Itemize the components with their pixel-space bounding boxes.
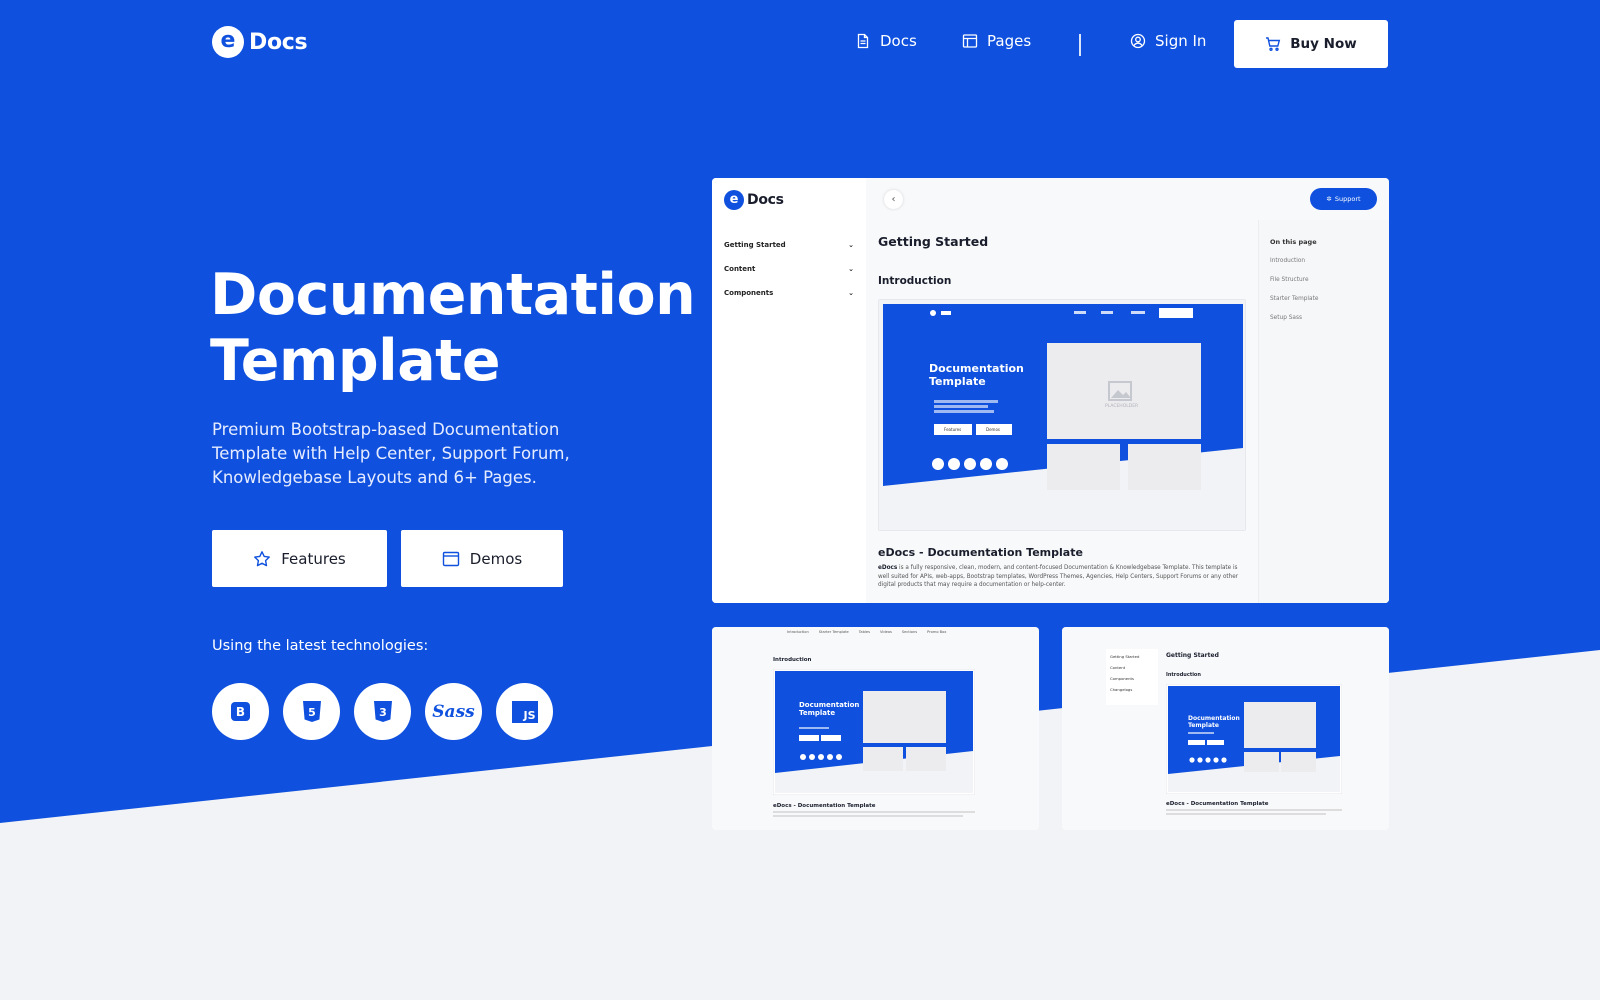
thumb-left-shot bbox=[773, 669, 975, 795]
nav-docs-link[interactable]: Docs bbox=[855, 32, 917, 50]
sass-badge: Sass bbox=[425, 683, 482, 740]
preview-main-card: e Docs Getting Started ⌄ Content ⌄ Compone… bbox=[712, 178, 1389, 603]
buy-now-label: Buy Now bbox=[1290, 36, 1357, 52]
preview-toc-heading: On this page bbox=[1270, 238, 1317, 246]
chevron-down-icon: ⌄ bbox=[848, 265, 854, 273]
top-navbar: e Docs Docs Pages Sign In Buy Now bbox=[0, 0, 1600, 90]
thumb-right-page-title: Getting Started bbox=[1166, 652, 1219, 659]
chevron-down-icon: ⌄ bbox=[848, 241, 854, 249]
thumb-left-mini-title: Documentation Template bbox=[799, 701, 860, 717]
preview-logo-mark: e bbox=[724, 190, 744, 210]
features-button[interactable]: Features bbox=[212, 530, 387, 587]
preview-sidebar-item: Getting Started ⌄ bbox=[724, 241, 854, 249]
css3-badge: 3 bbox=[354, 683, 411, 740]
preview-article-title: eDocs - Documentation Template bbox=[878, 546, 1083, 559]
thumb-right-article-title: eDocs - Documentation Template bbox=[1166, 801, 1269, 807]
document-icon bbox=[857, 33, 869, 49]
hero-title-line2: Template bbox=[210, 328, 501, 394]
hero-title: Documentation Template bbox=[210, 262, 696, 394]
preview-toc-item: Introduction bbox=[1270, 258, 1306, 264]
preview-screenshot: Documentation Template Features Demos PLA… bbox=[878, 299, 1246, 531]
buy-now-button[interactable]: Buy Now bbox=[1234, 20, 1388, 68]
javascript-badge: JS bbox=[496, 683, 553, 740]
css3-glyph: 3 bbox=[379, 706, 387, 719]
gear-icon: ✲ bbox=[1326, 195, 1332, 203]
preview-screenshot-bg bbox=[879, 300, 1245, 530]
nav-pages-label: Pages bbox=[987, 32, 1032, 50]
browser-window-icon bbox=[442, 551, 459, 566]
preview-toc-item: File Structure bbox=[1270, 277, 1309, 283]
features-label: Features bbox=[281, 549, 346, 568]
preview-placeholder-label: PLACEHOLDER bbox=[1105, 404, 1139, 409]
preview-mini-features: Features bbox=[944, 427, 962, 432]
preview-sidebar-item: Content ⌄ bbox=[724, 265, 854, 273]
hero-title-line1: Documentation bbox=[210, 262, 696, 328]
brand-logo[interactable]: e Docs bbox=[212, 26, 308, 58]
preview-toc-item: Setup Sass bbox=[1270, 315, 1302, 321]
nav-signin-link[interactable]: Sign In bbox=[1130, 32, 1206, 50]
preview-mini-title: Documentation Template bbox=[929, 362, 1024, 388]
sass-icon: Sass bbox=[432, 701, 475, 722]
javascript-icon: JS bbox=[511, 700, 538, 723]
preview-logo: e Docs bbox=[724, 190, 784, 210]
bootstrap-badge: B bbox=[212, 683, 269, 740]
user-circle-icon bbox=[1130, 33, 1146, 49]
nav-signin-label: Sign In bbox=[1155, 32, 1207, 50]
html5-glyph: 5 bbox=[308, 706, 316, 719]
thumb-right-shot bbox=[1166, 684, 1342, 794]
thumb-left-article-title: eDocs - Documentation Template bbox=[773, 803, 876, 809]
preview-content: ‹ ✲Support Getting Started Introduction bbox=[866, 178, 1389, 603]
preview-sidebar-item: Components ⌄ bbox=[724, 289, 854, 297]
nav-pages-link[interactable]: Pages bbox=[962, 32, 1031, 50]
thumb-left-section: Introduction bbox=[773, 657, 812, 663]
preview-article-body: eDocs is a fully responsive, clean, mode… bbox=[878, 565, 1239, 588]
layout-icon bbox=[962, 34, 978, 48]
cart-icon bbox=[1266, 37, 1281, 52]
thumb-right-section: Introduction bbox=[1166, 672, 1201, 678]
preview-thumb-left: Introduction Starter Template Tables Video… bbox=[712, 627, 1039, 830]
css3-icon: 3 bbox=[373, 700, 392, 722]
preview-support-button: ✲ Support bbox=[1310, 188, 1377, 210]
star-icon bbox=[254, 550, 271, 566]
nav-docs-label: Docs bbox=[880, 32, 917, 50]
nav-divider bbox=[1079, 34, 1081, 56]
thumb-right-mini-title: Documentation Template bbox=[1188, 715, 1240, 729]
preview-thumb-right: Getting Started Content Components Chang… bbox=[1062, 627, 1389, 830]
logo-mark: e bbox=[212, 26, 244, 58]
logo-text: Docs bbox=[249, 29, 308, 55]
preview-sidebar: e Docs Getting Started ⌄ Content ⌄ Compone… bbox=[712, 178, 866, 603]
html5-badge: 5 bbox=[283, 683, 340, 740]
preview-toc: On this page Introduction File Structure… bbox=[1258, 220, 1389, 603]
preview-toc-item: Starter Template bbox=[1270, 296, 1319, 302]
chevron-left-icon: ‹ bbox=[884, 190, 903, 209]
tech-icons-row: B 5 3 Sass JS bbox=[212, 683, 553, 740]
thumb-left-tabs: Introduction Starter Template Tables Video… bbox=[787, 630, 947, 634]
preview-page-title: Getting Started bbox=[878, 234, 989, 249]
preview-section-title: Introduction bbox=[878, 275, 952, 287]
chevron-down-icon: ⌄ bbox=[848, 289, 854, 297]
preview-logo-text: Docs bbox=[747, 192, 784, 208]
bootstrap-icon: B bbox=[231, 702, 250, 721]
hero-subtitle: Premium Bootstrap-based Documentation Te… bbox=[212, 420, 570, 487]
thumb-right-sidebar: Getting Started Content Components Chang… bbox=[1106, 649, 1158, 705]
preview-mini-demos: Demos bbox=[986, 427, 1000, 432]
tech-label: Using the latest technologies: bbox=[212, 638, 429, 654]
demos-button[interactable]: Demos bbox=[401, 530, 563, 587]
demos-label: Demos bbox=[469, 549, 523, 568]
html5-icon: 5 bbox=[302, 700, 321, 722]
